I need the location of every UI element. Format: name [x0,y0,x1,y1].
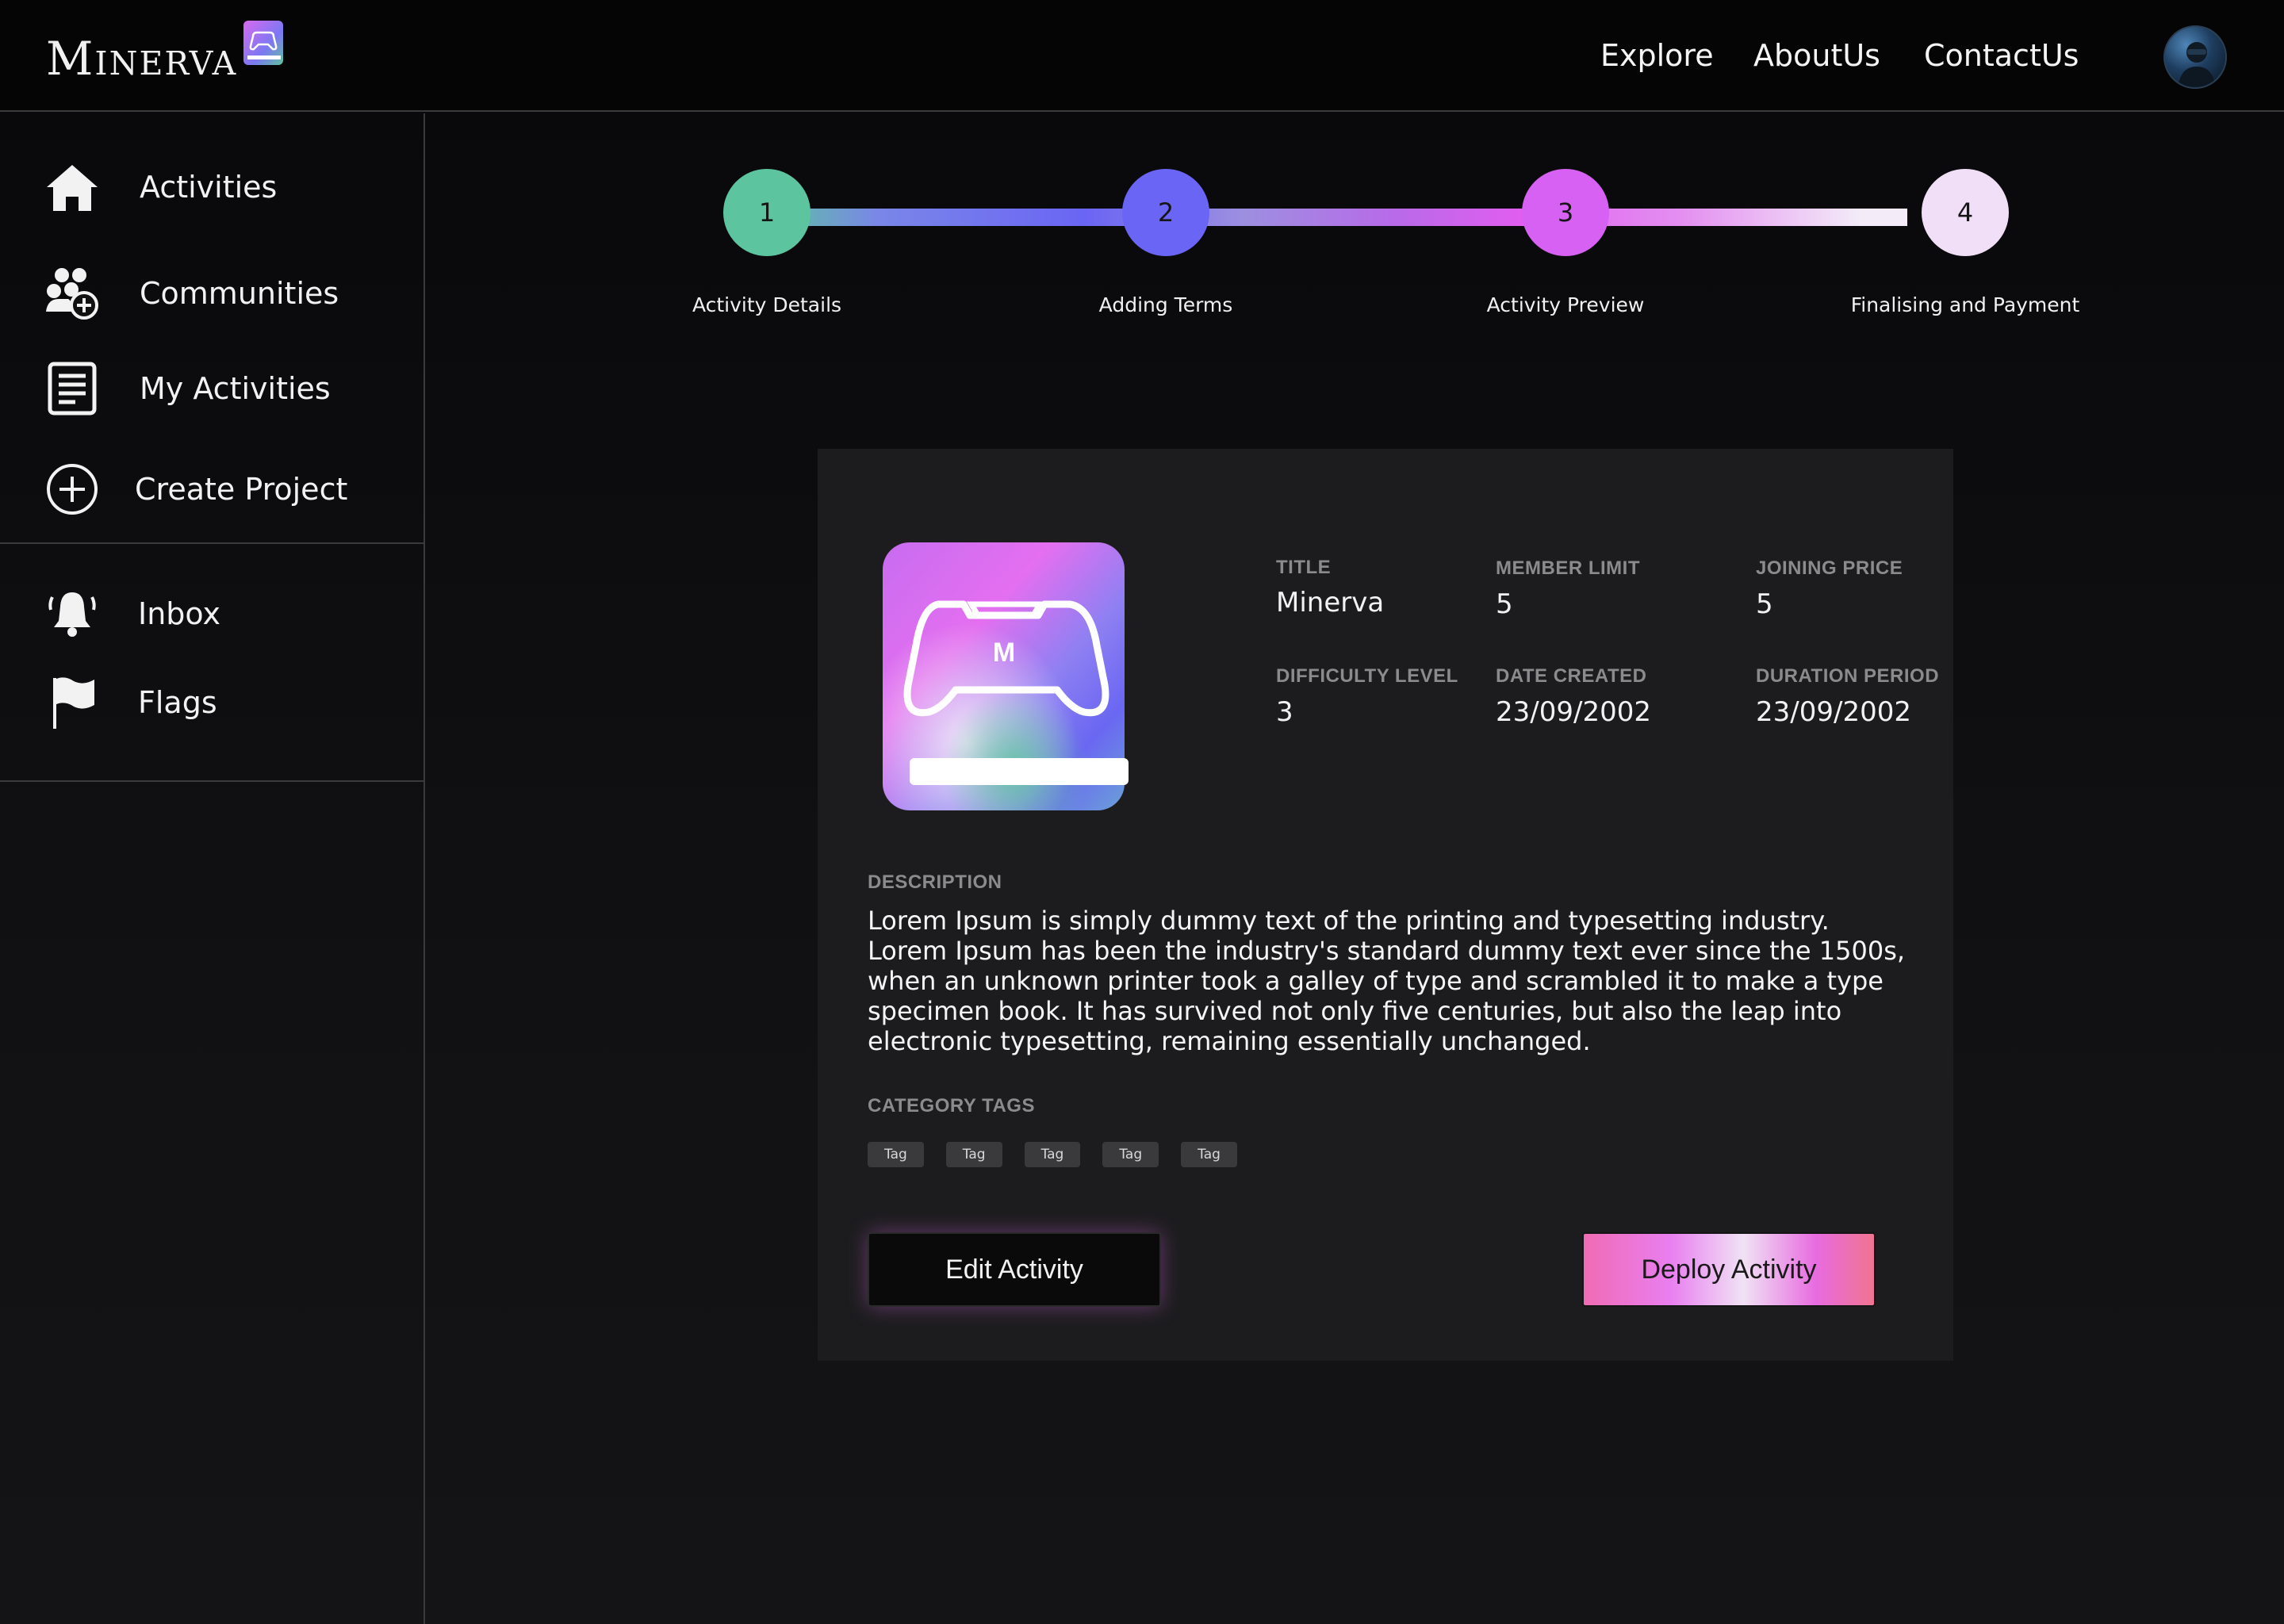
step-3-circle[interactable]: 3 [1522,169,1609,256]
bell-icon [44,586,100,642]
step-number: 3 [1557,197,1574,228]
activity-logo-letter: M [993,638,1015,668]
brand-name: Minerva [46,32,238,86]
plus-circle-icon [44,462,100,517]
nav-explore-link[interactable]: Explore [1600,38,1714,73]
step-3-label: Activity Preview [1486,293,1645,316]
joining-price-label: JOINING PRICE [1756,557,1903,579]
sidebar-divider [0,542,423,544]
brand-logo-icon [243,21,284,65]
date-created-value: 23/09/2002 [1496,696,1651,728]
user-avatar[interactable] [2163,25,2227,89]
activity-preview-card: M TITLE Minerva MEMBER LIMIT 5 JOINING P… [818,449,1953,1361]
date-created-label: DATE CREATED [1496,665,1647,687]
step-4-circle[interactable]: 4 [1922,169,2009,256]
sidebar-item-label: Flags [138,685,217,720]
deploy-activity-button[interactable]: Deploy Activity [1582,1232,1876,1307]
flag-icon [44,675,100,730]
category-tag[interactable]: Tag [1102,1142,1159,1167]
step-2-circle[interactable]: 2 [1122,169,1209,256]
difficulty-level-label: DIFFICULTY LEVEL [1276,665,1458,687]
description-text: Lorem Ipsum is simply dummy text of the … [868,906,1906,1056]
activity-logo-icon: M [883,542,1129,810]
duration-period-value: 23/09/2002 [1756,696,1911,728]
document-list-icon [44,361,100,416]
sidebar-divider [0,780,423,782]
category-tag[interactable]: Tag [945,1142,1002,1167]
progress-stepper: 1 2 3 4 Activity Details Adding Terms Ac… [682,151,2079,341]
nav-contact-link[interactable]: ContactUs [1924,38,2079,73]
sidebar-item-flags[interactable]: Flags [0,663,423,742]
step-number: 2 [1157,197,1175,228]
joining-price-value: 5 [1756,588,1773,620]
description-label: DESCRIPTION [868,871,1002,893]
difficulty-level-value: 3 [1276,696,1293,728]
duration-period-label: DURATION PERIOD [1756,665,1940,687]
step-1-label: Activity Details [692,293,842,316]
community-add-icon [44,266,100,321]
step-number: 4 [1956,197,1974,228]
step-number: 1 [758,197,776,228]
step-1-circle[interactable]: 1 [723,169,811,256]
category-tag[interactable]: Tag [868,1142,924,1167]
member-limit-value: 5 [1496,588,1513,620]
member-limit-label: MEMBER LIMIT [1496,557,1640,579]
brand[interactable]: Minerva [46,21,284,86]
sidebar-item-label: Communities [140,276,339,311]
sidebar-item-create-project[interactable]: Create Project [0,450,423,529]
stepper-progress-line [765,209,1907,226]
sidebar-item-activities[interactable]: Activities [0,147,423,227]
title-label: TITLE [1276,557,1332,578]
top-navigation-bar: Minerva Explore AboutUs ContactUs [0,0,2284,112]
avatar-image [2178,42,2216,87]
nav-about-link[interactable]: AboutUs [1753,38,1880,73]
step-4-label: Finalising and Payment [1850,293,2080,316]
sidebar-item-my-activities[interactable]: My Activities [0,349,423,428]
sidebar-item-communities[interactable]: Communities [0,254,423,333]
sidebar-item-label: Activities [140,170,278,205]
step-2-label: Adding Terms [1098,293,1233,316]
category-tag[interactable]: Tag [1024,1142,1081,1167]
category-tags-list: Tag Tag Tag Tag Tag [868,1142,1237,1167]
sidebar-item-label: Inbox [138,596,220,631]
category-tag[interactable]: Tag [1181,1142,1237,1167]
title-value: Minerva [1276,587,1385,619]
home-icon [44,159,100,215]
sidebar: Activities Communities My Activities Cre… [0,113,425,1624]
edit-activity-button[interactable]: Edit Activity [868,1232,1161,1307]
category-tags-label: CATEGORY TAGS [868,1095,1035,1116]
sidebar-item-label: Create Project [135,472,348,507]
sidebar-item-inbox[interactable]: Inbox [0,574,423,653]
sidebar-item-label: My Activities [140,371,331,406]
